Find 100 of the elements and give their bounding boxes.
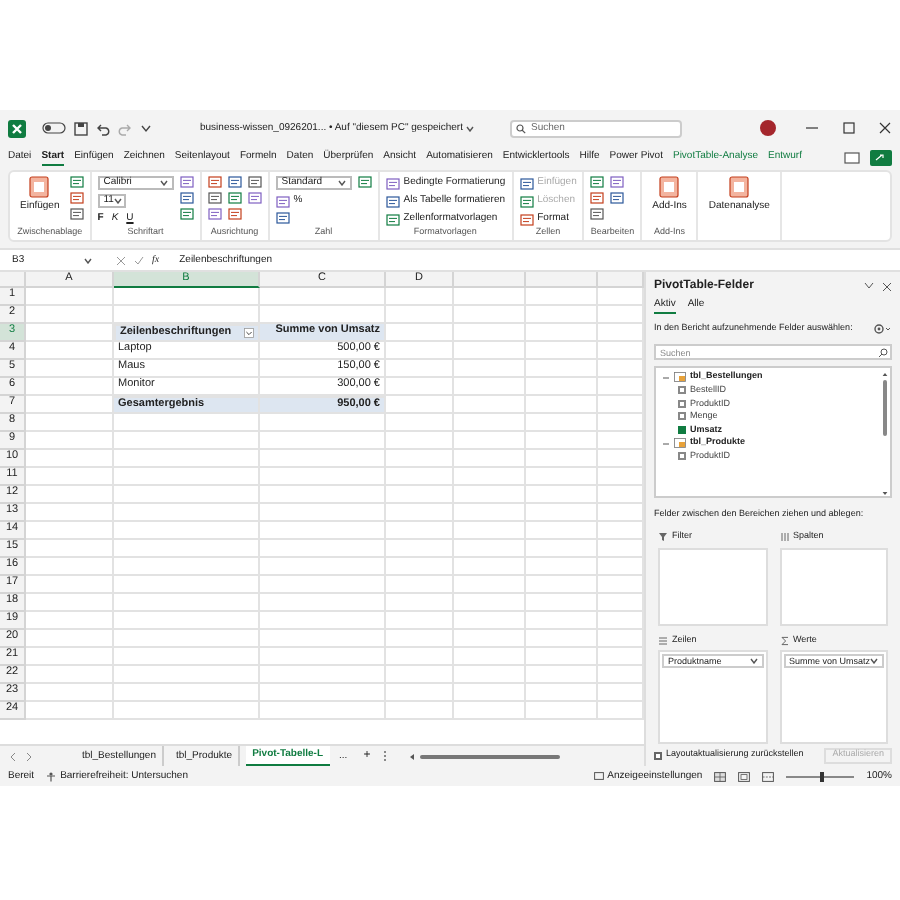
table-cell xyxy=(260,540,386,558)
table-cell xyxy=(260,648,386,666)
rows-icon xyxy=(658,635,668,646)
table-cell xyxy=(386,648,454,666)
checkbox[interactable] xyxy=(678,425,686,434)
cancel-icon[interactable] xyxy=(116,255,126,265)
table-cell xyxy=(260,594,386,612)
normal-view-icon[interactable] xyxy=(714,771,727,781)
table-cell xyxy=(526,396,598,414)
table-cell xyxy=(386,324,454,342)
toolbar-icon[interactable] xyxy=(590,192,605,204)
table-cell xyxy=(260,576,386,594)
toolbar-icon[interactable] xyxy=(385,177,400,189)
toolbar-icon[interactable] xyxy=(590,208,605,220)
toolbar-icon[interactable] xyxy=(275,212,290,224)
next-icon[interactable] xyxy=(24,751,34,761)
table-cell xyxy=(260,666,386,684)
table-cell xyxy=(386,378,454,396)
table-cell xyxy=(526,594,598,612)
checkbox[interactable] xyxy=(678,452,686,461)
collapse-icon[interactable] xyxy=(662,373,670,381)
table-cell xyxy=(526,324,598,342)
table-cell xyxy=(526,504,598,522)
check-icon[interactable] xyxy=(134,255,144,265)
toggle-icon[interactable] xyxy=(42,122,66,134)
table-icon xyxy=(674,438,686,448)
table-cell xyxy=(526,486,598,504)
caret-icon xyxy=(159,180,168,186)
drop-area xyxy=(658,547,767,627)
scrollbar-icon[interactable] xyxy=(882,372,888,496)
table-cell xyxy=(454,288,526,306)
toolbar-icon[interactable] xyxy=(227,176,242,188)
table-cell xyxy=(454,342,526,360)
table-cell xyxy=(454,666,526,684)
toolbar-icon[interactable] xyxy=(247,192,262,204)
page-break-icon[interactable] xyxy=(762,771,775,781)
drop-area xyxy=(779,547,888,627)
comment-icon[interactable] xyxy=(844,151,860,165)
toolbar-icon[interactable] xyxy=(275,195,290,207)
caret-icon xyxy=(337,180,346,186)
table-cell xyxy=(526,522,598,540)
overflow-icon[interactable] xyxy=(140,123,152,133)
share-icon[interactable] xyxy=(870,150,892,166)
table-cell xyxy=(454,630,526,648)
toolbar-icon[interactable] xyxy=(207,192,222,204)
table-cell xyxy=(526,378,598,396)
table-cell xyxy=(260,612,386,630)
toolbar-icon[interactable] xyxy=(610,192,625,204)
toolbar-icon[interactable] xyxy=(69,176,84,188)
undo-icon[interactable] xyxy=(96,121,110,135)
toolbar-icon[interactable] xyxy=(519,213,534,225)
toolbar-icon[interactable] xyxy=(385,213,400,225)
toolbar-icon[interactable] xyxy=(227,208,242,220)
toolbar-icon[interactable] xyxy=(207,208,222,220)
table-cell xyxy=(386,432,454,450)
collapse-icon[interactable] xyxy=(662,439,670,447)
avatar-icon[interactable] xyxy=(760,120,776,136)
table-cell xyxy=(260,558,386,576)
toolbar-icon[interactable] xyxy=(247,176,262,188)
maximize-icon[interactable] xyxy=(840,122,856,134)
table-cell xyxy=(386,522,454,540)
minimize-icon[interactable] xyxy=(804,122,820,134)
dropdown-icon[interactable] xyxy=(244,328,254,338)
page-layout-icon[interactable] xyxy=(738,771,751,781)
table-cell xyxy=(386,666,454,684)
toolbar-icon[interactable] xyxy=(179,176,194,188)
display-icon xyxy=(593,772,604,780)
toolbar-icon[interactable] xyxy=(227,192,242,204)
spreadsheet-icon[interactable] xyxy=(8,119,26,137)
close-icon[interactable] xyxy=(882,281,892,291)
toolbar-icon[interactable] xyxy=(590,176,605,188)
checkbox[interactable] xyxy=(654,751,662,759)
table-cell xyxy=(386,702,454,720)
checkbox[interactable] xyxy=(678,399,686,408)
checkbox[interactable] xyxy=(678,386,686,395)
table-cell xyxy=(386,360,454,378)
table-cell xyxy=(26,522,114,540)
toolbar-icon[interactable] xyxy=(179,208,194,220)
toolbar-icon[interactable] xyxy=(69,208,84,220)
table-cell xyxy=(260,288,386,306)
table-cell xyxy=(526,630,598,648)
table-cell xyxy=(526,702,598,720)
checkbox[interactable] xyxy=(678,412,686,421)
table-cell xyxy=(386,468,454,486)
chevron-icon[interactable] xyxy=(864,281,874,289)
sum-icon xyxy=(779,635,789,646)
toolbar-icon[interactable] xyxy=(179,192,194,204)
table-cell xyxy=(260,414,386,432)
table-cell xyxy=(454,324,526,342)
toolbar-icon[interactable] xyxy=(207,176,222,188)
save-icon[interactable] xyxy=(74,121,88,135)
table-cell xyxy=(454,468,526,486)
previous-icon[interactable] xyxy=(8,751,18,761)
table-cell xyxy=(454,504,526,522)
toolbar-icon[interactable] xyxy=(385,195,400,207)
toolbar-icon[interactable] xyxy=(357,176,372,188)
table-cell xyxy=(526,684,598,702)
toolbar-icon[interactable] xyxy=(610,176,625,188)
close-icon[interactable] xyxy=(876,122,892,134)
toolbar-icon[interactable] xyxy=(69,192,84,204)
